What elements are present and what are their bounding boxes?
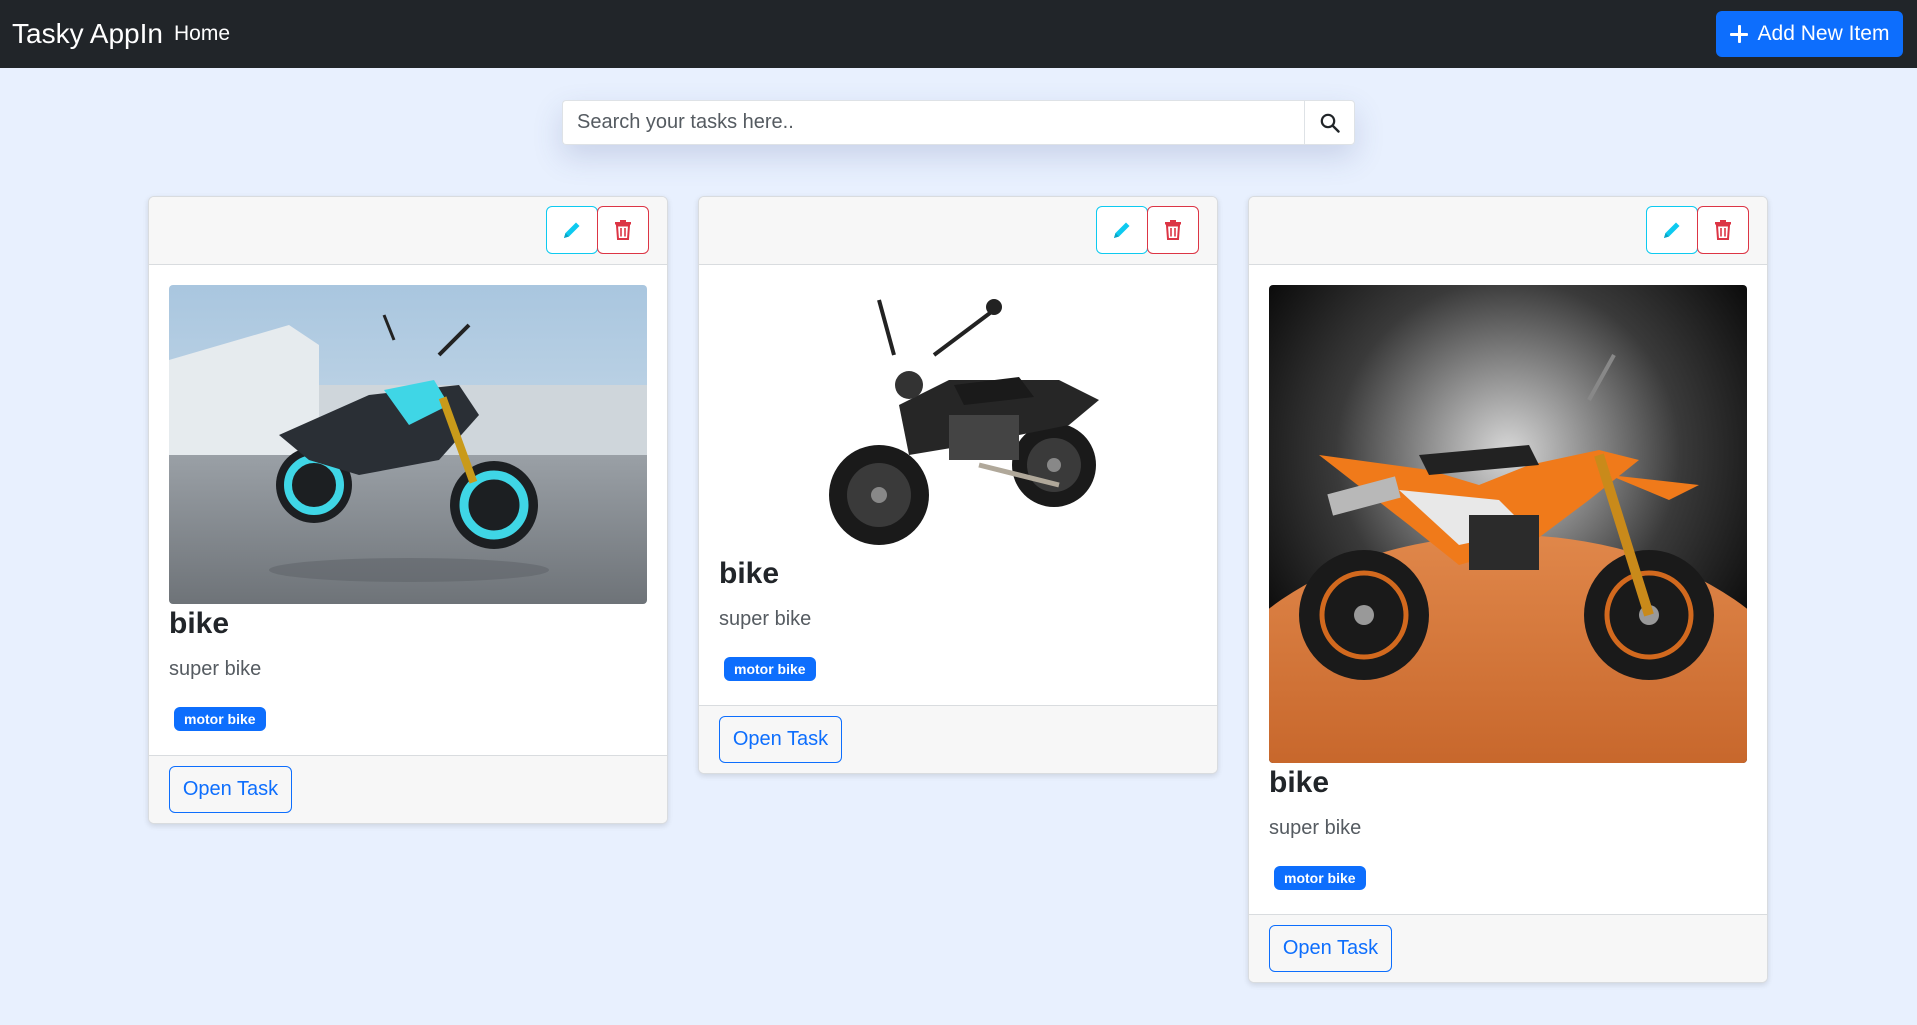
- edit-button[interactable]: [1096, 206, 1148, 254]
- search-bar: [562, 100, 1355, 145]
- plus-icon: [1729, 25, 1748, 43]
- card-footer: Open Task: [149, 755, 667, 823]
- card-description: super bike: [169, 658, 262, 680]
- search-icon: [1320, 113, 1340, 133]
- card-body: bike super bike motor bike: [149, 265, 667, 755]
- motorcycle-image: [169, 285, 647, 604]
- tag-badge: motor bike: [1274, 866, 1366, 890]
- add-new-item-label: Add New Item: [1757, 22, 1890, 45]
- trash-icon: [1715, 220, 1731, 240]
- open-task-button[interactable]: Open Task: [1269, 925, 1392, 972]
- delete-button[interactable]: [597, 206, 649, 254]
- tag-badge: motor bike: [724, 657, 816, 681]
- edit-button[interactable]: [1646, 206, 1698, 254]
- card-description: super bike: [719, 608, 812, 630]
- card-footer: Open Task: [1249, 914, 1767, 982]
- card-body: bike super bike motor bike: [699, 265, 1217, 705]
- card-header: [149, 197, 667, 265]
- navbar: Tasky AppIn Home Add New Item: [0, 0, 1917, 68]
- trash-icon: [1165, 220, 1181, 240]
- card-description: super bike: [1269, 817, 1362, 839]
- card-body: bike super bike motor bike: [1249, 265, 1767, 914]
- app-brand[interactable]: Tasky AppIn: [12, 16, 163, 52]
- nav-home-link[interactable]: Home: [174, 21, 230, 47]
- delete-button[interactable]: [1147, 206, 1199, 254]
- card-footer: Open Task: [699, 705, 1217, 773]
- tag-badge: motor bike: [174, 707, 266, 731]
- pencil-icon: [1664, 222, 1680, 238]
- edit-button[interactable]: [546, 206, 598, 254]
- task-card: bike super bike motor bike Open Task: [148, 196, 668, 824]
- trash-icon: [615, 220, 631, 240]
- search-input[interactable]: [562, 100, 1304, 145]
- open-task-button[interactable]: Open Task: [719, 716, 842, 763]
- search-button[interactable]: [1304, 100, 1355, 145]
- motorcycle-image: [719, 285, 1197, 554]
- card-title: bike: [169, 607, 230, 640]
- card-header: [699, 197, 1217, 265]
- add-new-item-button[interactable]: Add New Item: [1716, 11, 1903, 57]
- motorcycle-image: [1269, 285, 1747, 763]
- pencil-icon: [1114, 222, 1130, 238]
- card-title: bike: [1269, 766, 1330, 799]
- task-card: bike super bike motor bike Open Task: [698, 196, 1218, 774]
- card-title: bike: [719, 557, 780, 590]
- pencil-icon: [564, 222, 580, 238]
- delete-button[interactable]: [1697, 206, 1749, 254]
- card-header: [1249, 197, 1767, 265]
- task-card: bike super bike motor bike Open Task: [1248, 196, 1768, 983]
- open-task-button[interactable]: Open Task: [169, 766, 292, 813]
